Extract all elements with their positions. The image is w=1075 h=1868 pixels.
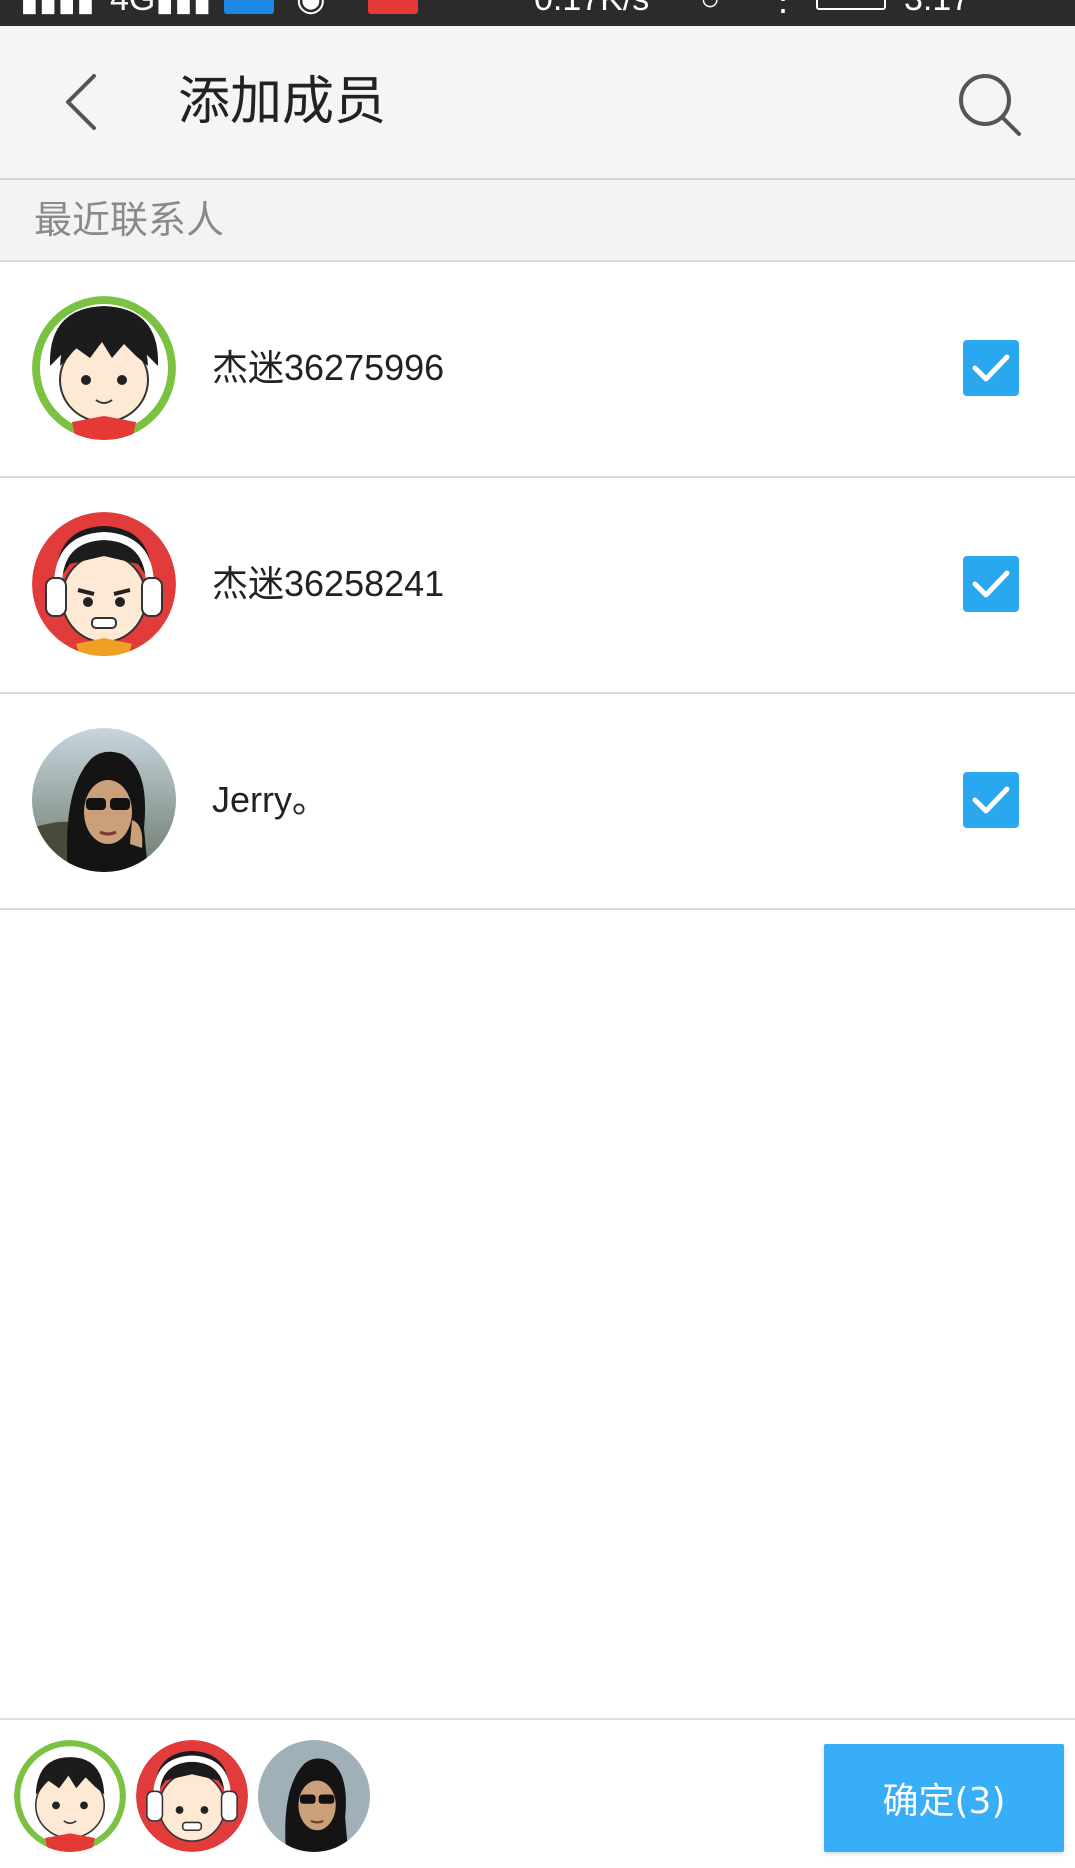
network-speed: 0.17K/s [534, 0, 649, 16]
eye-icon: ◉ [296, 0, 326, 16]
clock: 3:17 [904, 0, 970, 16]
check-icon [972, 570, 1010, 598]
contact-checkbox[interactable] [963, 772, 1019, 828]
cartoon-boy-avatar-icon [14, 1740, 126, 1852]
notification-badge-icon [368, 0, 418, 14]
recent-contacts-header: 最近联系人 [0, 180, 1075, 262]
contact-row[interactable]: Jerry。 [0, 694, 1075, 910]
wifi-icon: ⋮ [766, 0, 800, 16]
signal-icon: ▮▮▮▮ [20, 0, 95, 16]
contact-name: Jerry。 [212, 779, 328, 820]
check-icon [972, 786, 1010, 814]
cartoon-boy-avatar-icon [32, 296, 176, 440]
search-button[interactable] [947, 62, 1035, 150]
selected-avatar[interactable] [136, 1740, 248, 1852]
chevron-left-icon [66, 74, 96, 130]
app-header: 添加成员 [0, 26, 1075, 180]
status-bar: ▮▮▮▮ 4G▮▮▮ ◉ 0.17K/s ○ ⋮ 3:17 [0, 0, 1075, 26]
app-badge-icon [224, 0, 274, 14]
section-title: 最近联系人 [34, 198, 225, 242]
avatar [32, 728, 176, 872]
contact-list: 杰迷36275996 杰迷36258241 Jerry。 [0, 262, 1075, 910]
page-title: 添加成员 [178, 72, 387, 132]
contact-checkbox[interactable] [963, 340, 1019, 396]
contact-checkbox[interactable] [963, 556, 1019, 612]
check-icon [972, 354, 1010, 382]
selection-bar: 确定(3) [0, 1718, 1075, 1868]
selected-avatar[interactable] [14, 1740, 126, 1852]
cartoon-headphones-avatar-icon [32, 512, 176, 656]
avatar [32, 512, 176, 656]
search-icon [959, 74, 1021, 136]
confirm-button[interactable]: 确定(3) [824, 1744, 1064, 1852]
contact-name: 杰迷36275996 [212, 347, 445, 388]
alarm-icon: ○ [700, 0, 721, 16]
photo-avatar-icon [258, 1740, 370, 1852]
battery-icon [816, 0, 886, 10]
back-button[interactable] [40, 62, 120, 142]
photo-avatar-icon [32, 728, 176, 872]
selected-avatar[interactable] [258, 1740, 370, 1852]
contact-name: 杰迷36258241 [212, 563, 445, 604]
contact-row[interactable]: 杰迷36275996 [0, 262, 1075, 478]
network-icon: 4G▮▮▮ [110, 0, 212, 16]
contact-row[interactable]: 杰迷36258241 [0, 478, 1075, 694]
cartoon-headphones-avatar-icon [136, 1740, 248, 1852]
avatar [32, 296, 176, 440]
